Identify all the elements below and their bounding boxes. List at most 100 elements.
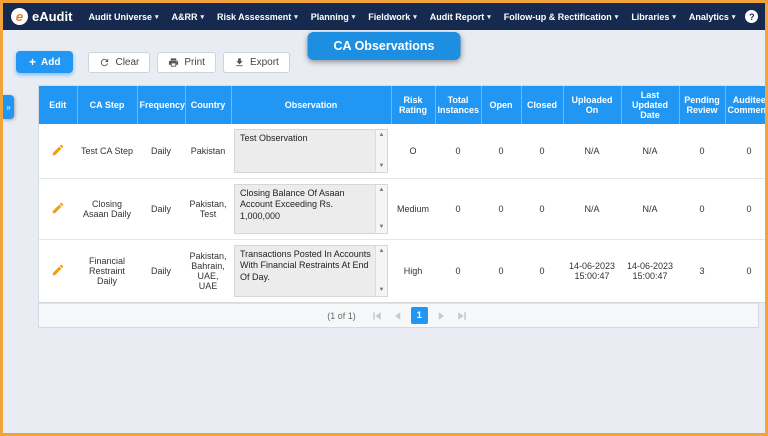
- cell-ca-step: Test CA Step: [77, 124, 137, 179]
- scroll-up-icon[interactable]: ▲: [379, 187, 385, 195]
- col-last-updated-date: Last Updated Date: [621, 86, 680, 124]
- scroll-down-icon[interactable]: ▼: [379, 287, 385, 295]
- cell-frequency: Daily: [137, 239, 185, 303]
- cell-last-updated: N/A: [621, 178, 679, 240]
- nav-item-fieldwork[interactable]: Fieldwork ▾: [368, 12, 417, 22]
- top-navigation: e eAudit Audit Universe ▾ A&RR ▾ Risk Asse…: [3, 3, 765, 30]
- col-uploaded-on: Uploaded On: [563, 86, 622, 124]
- table-header-row: Edit CA Step Frequency Country Observati…: [39, 86, 765, 124]
- next-page-button[interactable]: [433, 308, 449, 324]
- edit-pencil-icon[interactable]: [51, 263, 65, 277]
- user-icon: [764, 11, 768, 23]
- cell-pending-review: 0: [679, 178, 725, 240]
- cell-risk-rating: High: [391, 239, 435, 303]
- cell-country: Pakistan, Bahrain, UAE, UAE: [185, 239, 231, 303]
- col-open: Open: [481, 86, 522, 124]
- table-row: Closing Asaan Daily Daily Pakistan, Test…: [39, 178, 765, 240]
- nav-user-area: ? Administrator ▾: [745, 10, 768, 23]
- cell-frequency: Daily: [137, 124, 185, 179]
- col-total-instances: Total Instances: [435, 86, 482, 124]
- cell-last-updated: 14-06-2023 15:00:47: [621, 239, 679, 303]
- cell-open: 0: [481, 178, 521, 240]
- scroll-down-icon[interactable]: ▼: [379, 224, 385, 232]
- col-frequency: Frequency: [137, 86, 186, 124]
- table-row: Test CA Step Daily Pakistan Test Observa…: [39, 124, 765, 179]
- observations-table: Edit CA Step Frequency Country Observati…: [38, 85, 765, 328]
- chevron-down-icon: ▾: [672, 13, 676, 21]
- nav-item-arr[interactable]: A&RR ▾: [171, 12, 204, 22]
- cell-auditee-comments: 0: [725, 178, 765, 240]
- col-closed: Closed: [521, 86, 564, 124]
- scroll-up-icon[interactable]: ▲: [379, 132, 385, 140]
- observation-textarea[interactable]: Closing Balance Of Asaan Account Exceedi…: [234, 184, 388, 234]
- cell-closed: 0: [521, 239, 563, 303]
- cell-auditee-comments: 0: [725, 124, 765, 179]
- last-page-button[interactable]: [454, 308, 470, 324]
- nav-item-audit-report[interactable]: Audit Report ▾: [430, 12, 491, 22]
- print-button[interactable]: Print: [157, 51, 216, 73]
- cell-uploaded-on: N/A: [563, 124, 621, 179]
- refresh-icon: [101, 58, 109, 66]
- scrollbar[interactable]: ▲ ▼: [375, 130, 387, 172]
- scroll-down-icon[interactable]: ▼: [379, 163, 385, 171]
- logo-icon: e: [11, 8, 28, 25]
- nav-item-risk-assessment[interactable]: Risk Assessment ▾: [217, 12, 298, 22]
- cell-uploaded-on: N/A: [563, 178, 621, 240]
- scrollbar[interactable]: ▲ ▼: [375, 185, 387, 233]
- double-chevron-right-icon: »: [6, 102, 11, 112]
- page-title: CA Observations: [307, 32, 461, 60]
- edit-pencil-icon[interactable]: [51, 143, 65, 157]
- nav-item-followup-rectification[interactable]: Follow-up & Rectification ▾: [504, 12, 619, 22]
- chevron-down-icon: ▾: [294, 13, 298, 21]
- cell-closed: 0: [521, 124, 563, 179]
- col-risk-rating: Risk Rating: [391, 86, 436, 124]
- export-button[interactable]: Export: [222, 51, 290, 73]
- cell-total-instances: 0: [435, 124, 481, 179]
- cell-total-instances: 0: [435, 239, 481, 303]
- cell-open: 0: [481, 239, 521, 303]
- col-observation: Observation: [231, 86, 392, 124]
- cell-risk-rating: Medium: [391, 178, 435, 240]
- chevron-down-icon: ▾: [351, 13, 356, 21]
- col-ca-step: CA Step: [77, 86, 138, 124]
- add-button[interactable]: + Add: [16, 51, 74, 73]
- cell-pending-review: 3: [679, 239, 725, 303]
- printer-icon: [169, 57, 179, 67]
- chevron-down-icon: ▾: [413, 13, 417, 21]
- cell-risk-rating: O: [391, 124, 435, 179]
- chevron-down-icon: ▾: [154, 13, 159, 21]
- plus-icon: +: [29, 55, 37, 69]
- first-page-button[interactable]: [369, 308, 385, 324]
- help-icon[interactable]: ?: [745, 10, 759, 23]
- paginator-status: (1 of 1): [327, 310, 356, 321]
- edit-pencil-icon[interactable]: [51, 201, 65, 215]
- observation-textarea[interactable]: Transactions Posted In Accounts With Fin…: [234, 245, 388, 297]
- col-country: Country: [185, 86, 232, 124]
- chevron-down-icon: ▾: [731, 13, 736, 21]
- nav-menu: Audit Universe ▾ A&RR ▾ Risk Assessment ▾ P…: [88, 12, 735, 22]
- cell-ca-step: Closing Asaan Daily: [77, 178, 137, 240]
- cell-country: Pakistan, Test: [185, 178, 231, 240]
- logo-text: eAudit: [32, 9, 73, 24]
- sidebar-expand-toggle[interactable]: »: [3, 95, 14, 119]
- col-auditee-comments: Auditee Comments: [725, 86, 765, 124]
- app-logo: e eAudit: [11, 8, 72, 25]
- page-number-current[interactable]: 1: [410, 307, 428, 324]
- scroll-up-icon[interactable]: ▲: [379, 248, 385, 256]
- nav-item-planning[interactable]: Planning ▾: [311, 12, 356, 22]
- cell-total-instances: 0: [435, 178, 481, 240]
- clear-button[interactable]: Clear: [88, 51, 151, 73]
- observation-textarea[interactable]: Test Observation ▲ ▼: [234, 129, 388, 173]
- paginator: (1 of 1) 1: [39, 303, 758, 327]
- scrollbar[interactable]: ▲ ▼: [375, 246, 387, 296]
- chevron-down-icon: ▾: [614, 13, 619, 21]
- cell-pending-review: 0: [679, 124, 725, 179]
- chevron-down-icon: ▾: [487, 13, 491, 21]
- nav-item-analytics[interactable]: Analytics ▾: [689, 12, 736, 22]
- cell-frequency: Daily: [137, 178, 185, 240]
- nav-item-libraries[interactable]: Libraries ▾: [631, 12, 676, 22]
- table-row: Financial Restraint Daily Daily Pakistan…: [39, 239, 765, 303]
- download-icon: [236, 57, 243, 66]
- previous-page-button[interactable]: [390, 308, 406, 324]
- nav-item-audit-universe[interactable]: Audit Universe ▾: [88, 12, 158, 22]
